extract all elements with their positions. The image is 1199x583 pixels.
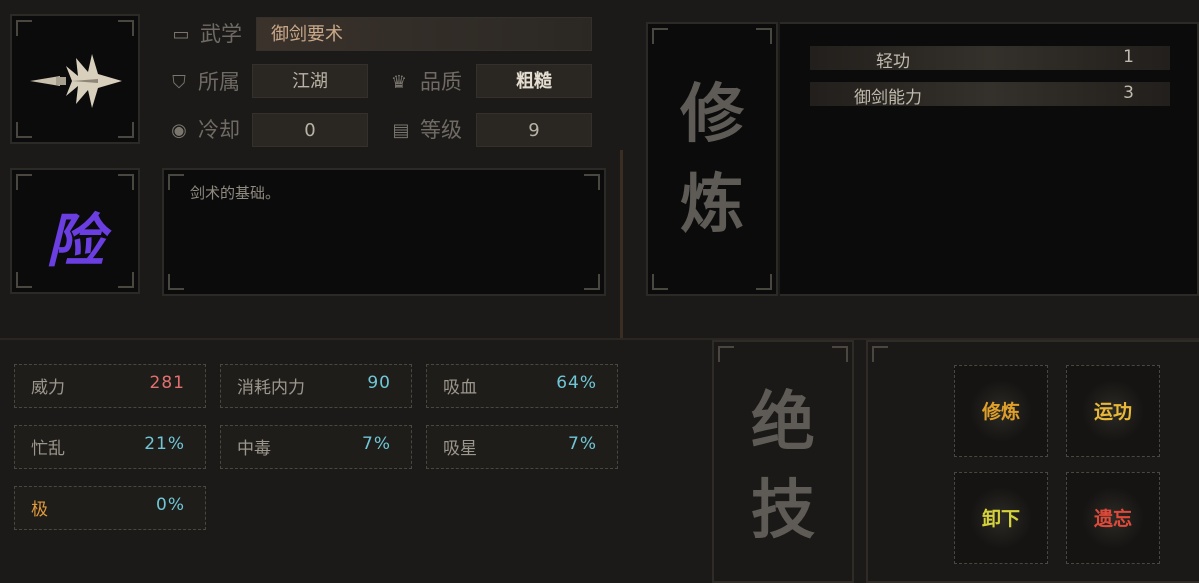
- jue-char: 绝: [751, 386, 815, 460]
- requirement-value: 1: [1123, 47, 1134, 67]
- xiu-char: 修: [680, 78, 744, 152]
- eye-icon: ◉: [171, 120, 187, 141]
- requirements-panel: 轻功 1 御剑能力 3: [780, 22, 1199, 296]
- stat-value: 64%: [556, 373, 597, 393]
- skill-name-field: 御剑要术: [256, 17, 592, 51]
- sect-value: 江湖: [252, 64, 368, 98]
- wuxue-label: 武学: [200, 22, 242, 46]
- danger-panel: 险: [10, 168, 140, 294]
- crown-icon: ♛: [390, 72, 408, 93]
- dengji-label: 等级: [420, 118, 462, 142]
- stat-box: 吸星 7%: [426, 425, 618, 469]
- stat-box: 吸血 64%: [426, 364, 618, 408]
- forget-button[interactable]: 遗忘: [1066, 472, 1160, 564]
- unequip-button[interactable]: 卸下: [954, 472, 1048, 564]
- stat-box: 消耗内力 90: [220, 364, 412, 408]
- stat-value: 7%: [362, 434, 391, 454]
- quality-value: 粗糙: [476, 64, 592, 98]
- lian-char: 炼: [680, 168, 744, 242]
- ji-char: 技: [751, 474, 815, 548]
- stat-value: 21%: [144, 434, 185, 454]
- scroll-icon: ▭: [172, 24, 190, 45]
- stat-value: 7%: [568, 434, 597, 454]
- stat-value: 90: [367, 373, 391, 393]
- stat-box: 忙乱 21%: [14, 425, 206, 469]
- requirement-row: 御剑能力 3: [810, 82, 1170, 108]
- requirement-name: 轻功: [876, 52, 910, 72]
- skill-icon-panel: [10, 14, 140, 144]
- suoshu-label: 所属: [198, 70, 240, 94]
- requirement-value: 3: [1123, 83, 1134, 103]
- stat-value: 281: [149, 373, 185, 393]
- description-panel: 剑术的基础。: [162, 168, 606, 296]
- stat-box: 极 0%: [14, 486, 206, 530]
- cultivate-label: 修炼: [981, 401, 1020, 423]
- lengque-label: 冷却: [198, 118, 240, 142]
- book-icon: ▤: [392, 120, 410, 141]
- sword-icon: [30, 54, 122, 108]
- vertical-divider: [620, 150, 623, 340]
- cultivate-button[interactable]: 修炼: [954, 365, 1048, 457]
- channel-button[interactable]: 运功: [1066, 365, 1160, 457]
- stat-name: 极: [31, 500, 48, 520]
- ultimate-panel: 绝 技: [712, 340, 854, 583]
- pinzhi-label: 品质: [420, 70, 462, 94]
- stat-box: 威力 281: [14, 364, 206, 408]
- cooldown-value: 0: [252, 113, 368, 147]
- danger-glyph: 险: [45, 207, 104, 275]
- stat-name: 消耗内力: [237, 378, 305, 398]
- level-value: 9: [476, 113, 592, 147]
- requirement-name: 御剑能力: [854, 88, 922, 108]
- channel-label: 运功: [1093, 401, 1132, 423]
- description-text: 剑术的基础。: [190, 184, 281, 202]
- stat-box: 中毒 7%: [220, 425, 412, 469]
- stat-value: 0%: [156, 495, 185, 515]
- stat-name: 中毒: [237, 439, 271, 459]
- sect-icon: ⛉: [172, 72, 186, 93]
- forget-label: 遗忘: [1093, 508, 1132, 530]
- stat-name: 吸星: [443, 439, 477, 459]
- requirement-row: 轻功 1: [810, 46, 1170, 72]
- stat-name: 吸血: [443, 378, 477, 398]
- stat-name: 忙乱: [31, 439, 65, 459]
- unequip-label: 卸下: [981, 508, 1020, 530]
- stat-name: 威力: [31, 378, 65, 398]
- cultivation-panel: 修 炼: [646, 22, 778, 296]
